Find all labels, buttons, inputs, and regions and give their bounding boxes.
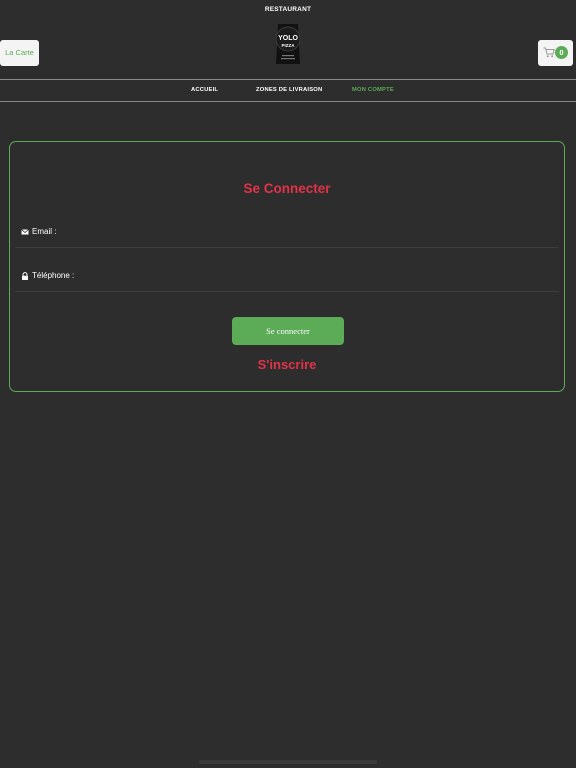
login-card: Se Connecter Email : Téléphone : Se conn… bbox=[9, 141, 565, 392]
nav-item-mon-compte[interactable]: MON COMPTE bbox=[352, 80, 394, 101]
nav-item-zones-de-livraison[interactable]: ZONES DE LIVRAISON bbox=[256, 80, 322, 101]
connect-button[interactable]: Se connecter bbox=[232, 317, 344, 345]
restaurant-title: RESTAURANT bbox=[264, 6, 312, 13]
yolo-pizza-logo[interactable]: YOLO PIZZA bbox=[274, 22, 302, 66]
logo-line1: YOLO bbox=[278, 35, 298, 42]
home-indicator bbox=[199, 760, 377, 764]
lock-icon bbox=[22, 272, 28, 280]
signup-link[interactable]: S'inscrire bbox=[10, 357, 564, 372]
email-field[interactable]: Email : bbox=[15, 217, 559, 248]
login-title: Se Connecter bbox=[243, 181, 331, 196]
app-header: RESTAURANT YOLO PIZZA La Carte 0 bbox=[0, 0, 576, 79]
cart-icon bbox=[543, 47, 555, 58]
cart-count-badge: 0 bbox=[555, 46, 568, 59]
cart-button[interactable]: 0 bbox=[538, 40, 573, 66]
main-nav: ACCUEIL ZONES DE LIVRAISON MON COMPTE bbox=[0, 79, 576, 102]
nav-item-accueil[interactable]: ACCUEIL bbox=[191, 80, 218, 101]
logo-line2: PIZZA bbox=[282, 43, 296, 48]
envelope-icon bbox=[21, 229, 29, 235]
phone-label: Téléphone : bbox=[32, 271, 75, 280]
email-label: Email : bbox=[32, 227, 57, 236]
phone-field[interactable]: Téléphone : bbox=[15, 261, 559, 292]
la-carte-button[interactable]: La Carte bbox=[0, 40, 39, 66]
